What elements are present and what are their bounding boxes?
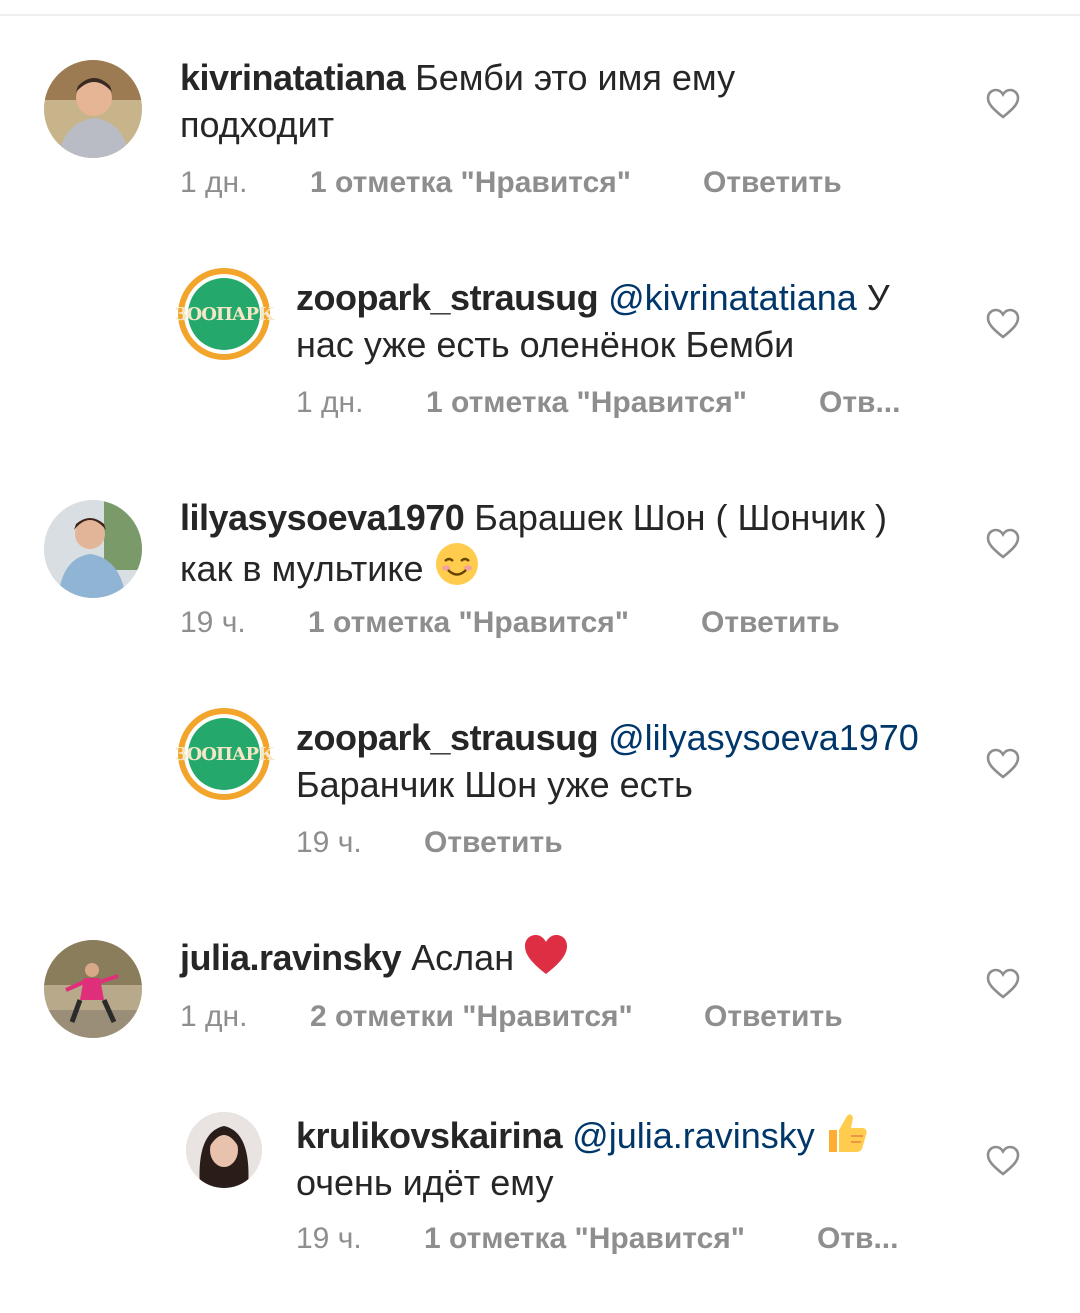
likes-count-link[interactable]: 1 отметка "Нравится" — [426, 386, 747, 420]
comment-text: Бемби это имя ему — [415, 57, 736, 98]
red-heart-emoji-icon — [525, 935, 568, 974]
reply-button[interactable]: Отв... — [819, 386, 900, 420]
comment-text-cont: нас уже есть оленёнок Бемби — [296, 324, 795, 365]
like-heart-icon[interactable] — [986, 88, 1020, 120]
like-heart-icon[interactable] — [986, 528, 1020, 560]
avatar-photo — [44, 940, 142, 1038]
smiling-face-emoji-icon — [435, 543, 478, 585]
comment-time: 19 ч. — [180, 606, 246, 639]
likes-count-link[interactable]: 1 отметка "Нравится" — [424, 1222, 745, 1256]
avatar[interactable] — [44, 940, 142, 1038]
avatar-photo — [44, 60, 142, 158]
mention-link[interactable]: @lilyasysoeva1970 — [608, 717, 919, 758]
comment-username[interactable]: kivrinatatiana — [180, 57, 406, 98]
avatar[interactable]: ЗООПАРК — [175, 708, 274, 800]
comment-time: 1 дн. — [180, 1000, 248, 1033]
comment-text: У — [866, 277, 890, 318]
comment-username[interactable]: lilyasysoeva1970 — [180, 497, 465, 538]
like-heart-icon[interactable] — [986, 748, 1020, 780]
comment-text: Баранчик Шон уже есть — [296, 764, 693, 805]
comment-username[interactable]: julia.ravinsky — [180, 937, 402, 978]
zoo-logo: ЗООПАРК — [175, 278, 274, 350]
comment-username[interactable]: zoopark_strausug — [296, 277, 599, 318]
mention-link[interactable]: @julia.ravinsky — [572, 1115, 815, 1156]
likes-count-link[interactable]: 2 отметки "Нравится" — [310, 1000, 633, 1034]
reply-button[interactable]: Ответить — [703, 166, 842, 200]
comment-time: 19 ч. — [296, 826, 362, 859]
like-heart-icon[interactable] — [986, 1145, 1020, 1177]
reply-button[interactable]: Ответить — [424, 826, 563, 860]
likes-count-link[interactable]: 1 отметка "Нравится" — [308, 606, 629, 640]
comment-username[interactable]: zoopark_strausug — [296, 717, 599, 758]
mention-link[interactable]: @kivrinatatiana — [608, 277, 857, 318]
avatar[interactable] — [44, 60, 142, 158]
comment-time: 1 дн. — [296, 386, 364, 419]
reply-button[interactable]: Отв... — [817, 1222, 898, 1256]
zoo-logo: ЗООПАРК — [175, 718, 274, 790]
comment-time: 19 ч. — [296, 1222, 362, 1255]
comment-text: Барашек Шон ( Шончик ) — [474, 497, 888, 538]
avatar[interactable] — [186, 1112, 262, 1188]
comment-time: 1 дн. — [180, 166, 248, 199]
comment-username[interactable]: krulikovskairina — [296, 1115, 563, 1156]
like-heart-icon[interactable] — [986, 968, 1020, 1000]
like-heart-icon[interactable] — [986, 308, 1020, 340]
comment-text: Аслан — [411, 937, 515, 978]
avatar-photo — [186, 1112, 262, 1188]
comment-text: очень идёт ему — [296, 1162, 554, 1203]
top-divider — [0, 14, 1080, 16]
reply-button[interactable]: Ответить — [704, 1000, 843, 1034]
avatar[interactable]: ЗООПАРК — [175, 268, 274, 360]
comment-text-cont: как в мультике — [180, 548, 424, 589]
comment-text-cont: подходит — [180, 104, 335, 145]
reply-button[interactable]: Ответить — [701, 606, 840, 640]
likes-count-link[interactable]: 1 отметка "Нравится" — [310, 166, 631, 200]
avatar-photo — [44, 500, 142, 598]
thumbs-up-emoji-icon — [828, 1114, 867, 1152]
avatar[interactable] — [44, 500, 142, 598]
